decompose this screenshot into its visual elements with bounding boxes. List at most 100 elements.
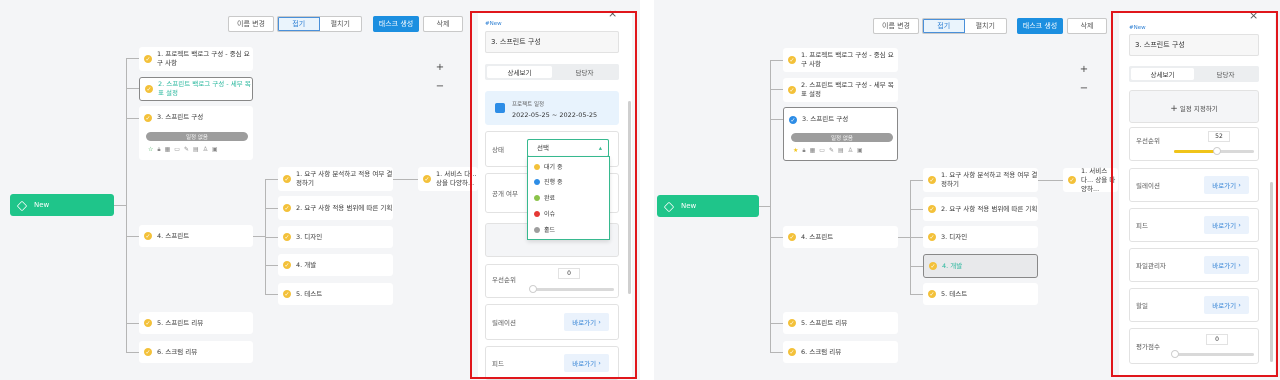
task-title-field[interactable]: 3. 스프린트 구성: [485, 31, 619, 53]
lock-icon[interactable]: 🔒︎: [157, 146, 160, 154]
tab-assignee[interactable]: 담당자: [1194, 68, 1257, 80]
file-icon[interactable]: ▤: [838, 147, 844, 155]
zoom-out-icon[interactable]: −: [434, 80, 446, 92]
evaluation-value[interactable]: 0: [1206, 334, 1228, 345]
rename-button[interactable]: 이름 변경: [873, 18, 919, 34]
task-label: 5. 테스트: [296, 289, 323, 298]
project-tag[interactable]: #New: [485, 21, 502, 27]
status-option-done[interactable]: 완료: [534, 193, 555, 202]
project-tag[interactable]: #New: [1129, 25, 1146, 31]
subtask-node-5[interactable]: ✓ 5. 테스트: [923, 283, 1038, 305]
priority-value[interactable]: 52: [1208, 131, 1230, 142]
collapse-expand-toggle[interactable]: 접기 펼치기: [277, 16, 362, 32]
create-task-button[interactable]: 태스크 생성: [373, 16, 419, 32]
relation-go-button[interactable]: 바로가기 ›: [1204, 176, 1249, 194]
subtask-node-3[interactable]: ✓ 3. 디자인: [923, 226, 1038, 248]
evaluation-slider[interactable]: [1171, 350, 1254, 358]
task-node-1[interactable]: ✓ 1. 프로젝트 백로그 구성 - 중심 요구 사항: [783, 48, 898, 72]
priority-slider[interactable]: [1174, 147, 1254, 155]
delete-button[interactable]: 삭제: [423, 16, 463, 32]
relation-go-button[interactable]: 바로가기 ›: [564, 313, 609, 331]
check-icon: ✓: [283, 175, 291, 183]
tab-detail[interactable]: 상세보기: [487, 66, 552, 78]
slider-knob[interactable]: [529, 285, 537, 293]
expand-button[interactable]: 펼치기: [965, 19, 1007, 33]
priority-slider[interactable]: [529, 285, 614, 293]
task-node-4[interactable]: ✓ 4. 스프린트: [139, 225, 253, 247]
star-icon[interactable]: ☆: [148, 146, 153, 154]
user-icon[interactable]: ♙: [848, 147, 853, 155]
schedule-card[interactable]: 프로젝트 일정 2022-05-25 ~ 2022-05-25: [485, 91, 619, 125]
tab-detail[interactable]: 상세보기: [1131, 68, 1194, 80]
subtask-node-2[interactable]: ✓ 2. 요구 사항 적용 범위에 따른 기획: [923, 197, 1038, 221]
status-option-issue[interactable]: 이슈: [534, 209, 555, 218]
layers-icon: [16, 200, 28, 212]
feed-go-button[interactable]: 바로가기 ›: [564, 354, 609, 372]
root-node[interactable]: New: [10, 194, 114, 216]
subtask-node-1[interactable]: ✓ 1. 요구 사항 분석하고 적용 여부 결정하기: [278, 167, 393, 191]
number-icon[interactable]: ▣: [857, 147, 863, 155]
edit-icon[interactable]: ✎: [829, 147, 834, 155]
status-option-waiting[interactable]: 대기 중: [534, 162, 562, 171]
edit-icon[interactable]: ✎: [184, 146, 189, 154]
connector: [393, 179, 418, 180]
task-node-6[interactable]: ✓ 6. 스크럼 리뷰: [139, 341, 253, 363]
close-icon[interactable]: ×: [1249, 9, 1258, 22]
task-node-6[interactable]: ✓ 6. 스크럼 리뷰: [783, 341, 898, 363]
todo-go-button[interactable]: 바로가기 ›: [1204, 296, 1249, 314]
panel-scrollbar[interactable]: [1270, 182, 1273, 362]
go-label: 바로가기: [1212, 182, 1237, 190]
task-title-field[interactable]: 3. 스프린트 구성: [1129, 34, 1259, 56]
close-icon[interactable]: ×: [608, 7, 617, 20]
rename-button[interactable]: 이름 변경: [228, 16, 274, 32]
subtask-node-1[interactable]: ✓ 1. 요구 사항 분석하고 적용 여부 결정하기: [923, 168, 1038, 192]
set-schedule-button[interactable]: + 일정 지정하기: [1129, 90, 1259, 123]
calendar-icon[interactable]: ▦: [165, 146, 171, 154]
subtask-node-4[interactable]: ✓ 4. 개발: [923, 254, 1038, 278]
subtask-node-2[interactable]: ✓ 2. 요구 사항 적용 범위에 따른 기획: [278, 196, 393, 220]
file-go-button[interactable]: 바로가기 ›: [1204, 256, 1249, 274]
zoom-in-icon[interactable]: +: [1078, 63, 1090, 75]
file-icon[interactable]: ▤: [193, 146, 199, 154]
number-icon[interactable]: ▣: [212, 146, 218, 154]
go-label: 바로가기: [1212, 262, 1237, 270]
task-node-2[interactable]: ✓ 2. 스프린트 백로그 구성 - 세부 목표 설정: [783, 78, 898, 102]
subtask-node-4[interactable]: ✓ 4. 개발: [278, 254, 393, 276]
file-manager-card: 파일관리자 바로가기 ›: [1129, 248, 1259, 282]
task-node-5[interactable]: ✓ 5. 스프린트 리뷰: [783, 312, 898, 334]
expand-button[interactable]: 펼치기: [320, 17, 362, 31]
user-icon[interactable]: ♙: [203, 146, 208, 154]
task-node-2[interactable]: ✓ 2. 스프린트 백로그 구성 - 세부 목표 설정: [139, 77, 253, 101]
priority-value[interactable]: 0: [558, 268, 580, 279]
subtask-node-5[interactable]: ✓ 5. 테스트: [278, 283, 393, 305]
feed-go-button[interactable]: 바로가기 ›: [1204, 216, 1249, 234]
lock-icon[interactable]: 🔒︎: [802, 147, 805, 155]
slider-knob[interactable]: [1213, 147, 1221, 155]
connector: [265, 237, 278, 238]
collapse-expand-toggle[interactable]: 접기 펼치기: [922, 18, 1007, 34]
comment-icon[interactable]: ▭: [819, 147, 825, 155]
zoom-in-icon[interactable]: +: [434, 61, 446, 73]
root-node[interactable]: New: [657, 195, 759, 217]
subtask-node-t1[interactable]: ✓ 1. 서비스 다... 상을 다양하...: [418, 167, 478, 191]
comment-icon[interactable]: ▭: [174, 146, 180, 154]
status-option-hold[interactable]: 홀드: [534, 225, 555, 234]
chevron-right-icon: ›: [1238, 181, 1241, 189]
create-task-button[interactable]: 태스크 생성: [1017, 18, 1063, 34]
collapse-button[interactable]: 접기: [278, 17, 320, 31]
slider-knob[interactable]: [1171, 350, 1179, 358]
task-node-1[interactable]: ✓ 1. 프로젝트 백로그 구성 - 중심 요구 사항: [139, 47, 253, 71]
collapse-button[interactable]: 접기: [923, 19, 965, 33]
task-node-4[interactable]: ✓ 4. 스프린트: [783, 226, 898, 248]
task-node-5[interactable]: ✓ 5. 스프린트 리뷰: [139, 312, 253, 334]
subtask-node-t1[interactable]: ✓ 1. 서비스 다... 상을 다양하...: [1063, 167, 1118, 193]
status-select[interactable]: 선택 ▴: [527, 139, 609, 157]
status-option-in-progress[interactable]: 진행 중: [534, 177, 562, 186]
star-icon[interactable]: ★: [793, 147, 798, 155]
zoom-out-icon[interactable]: −: [1078, 82, 1090, 94]
tab-assignee[interactable]: 담당자: [552, 66, 617, 78]
delete-button[interactable]: 삭제: [1067, 18, 1107, 34]
subtask-node-3[interactable]: ✓ 3. 디자인: [278, 226, 393, 248]
panel-scrollbar[interactable]: [628, 101, 631, 294]
calendar-icon[interactable]: ▦: [810, 147, 816, 155]
